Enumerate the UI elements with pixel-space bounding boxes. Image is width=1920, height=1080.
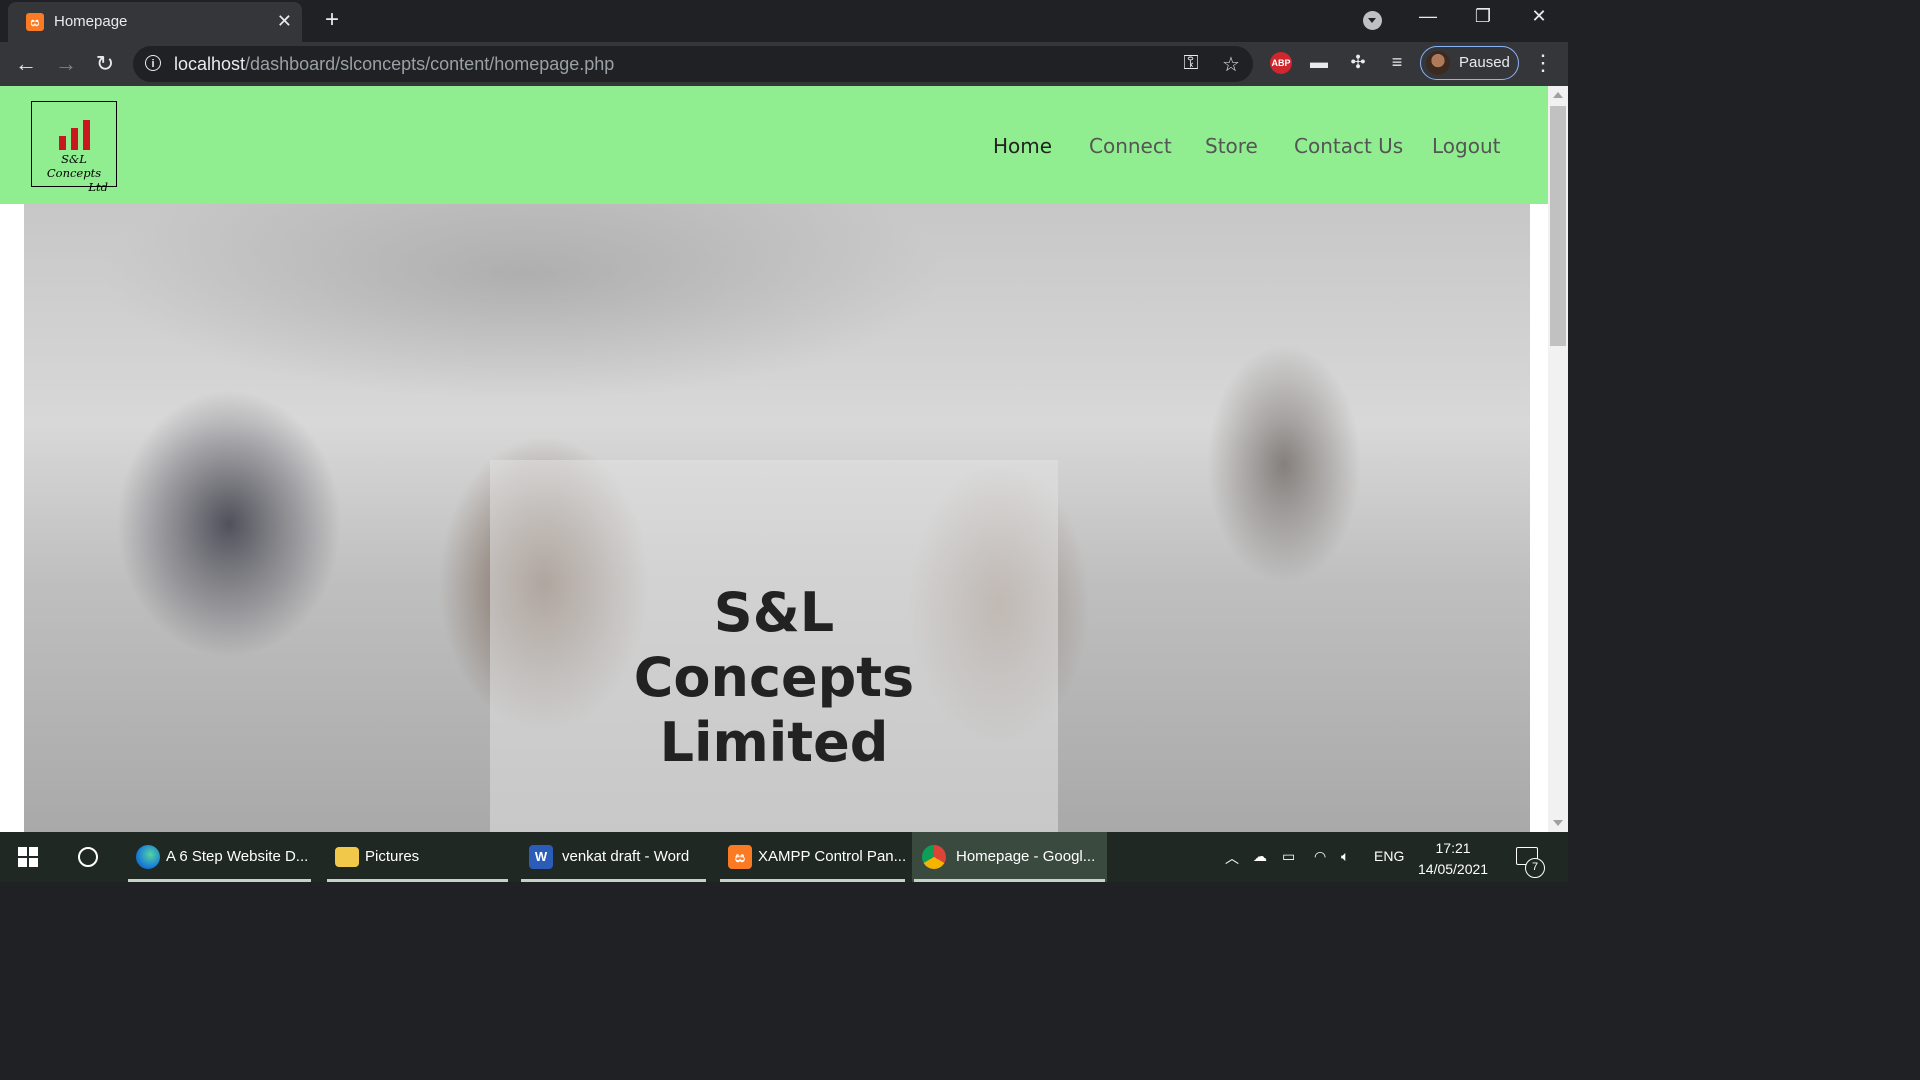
edge-icon xyxy=(136,845,160,869)
media-control-icon[interactable]: ≡ xyxy=(1384,52,1410,73)
logo-bar xyxy=(83,120,90,150)
scroll-up-arrow-icon[interactable] xyxy=(1553,92,1563,98)
language-indicator[interactable]: ENG xyxy=(1374,848,1404,864)
minimize-button[interactable]: — xyxy=(1408,6,1448,27)
adblock-icon[interactable]: ABP xyxy=(1270,52,1292,74)
key-icon[interactable]: ⚿ xyxy=(1179,52,1203,75)
star-icon[interactable]: ☆ xyxy=(1219,52,1243,77)
profile-button[interactable]: Paused xyxy=(1420,46,1519,80)
scroll-down-arrow-icon[interactable] xyxy=(1553,820,1563,826)
scroll-thumb[interactable] xyxy=(1550,106,1566,346)
close-window-button[interactable]: ✕ xyxy=(1519,6,1559,27)
hero-title: S&L Concepts Limited xyxy=(633,581,915,774)
windows-taskbar: A 6 Step Website D... Pictures W venkat … xyxy=(0,832,1568,882)
address-bar[interactable]: i localhost/dashboard/slconcepts/content… xyxy=(133,46,1253,82)
profile-label: Paused xyxy=(1459,54,1510,71)
cortana-icon[interactable] xyxy=(78,847,98,867)
page-scrollbar[interactable] xyxy=(1548,86,1568,832)
reload-icon[interactable]: ↻ xyxy=(91,51,119,79)
word-icon: W xyxy=(529,845,553,869)
back-icon[interactable]: ← xyxy=(12,51,40,79)
logo-text: S&L Concepts Ltd xyxy=(46,152,108,194)
notification-count-badge: 7 xyxy=(1525,858,1545,878)
tab-search-icon[interactable] xyxy=(1363,11,1382,30)
taskbar-item-edge[interactable]: A 6 Step Website D... xyxy=(126,832,313,882)
taskbar-item-indicator xyxy=(521,879,706,882)
onedrive-error-icon[interactable]: ☁ xyxy=(1253,848,1267,865)
taskbar-item-xampp[interactable]: ස XAMPP Control Pan... xyxy=(718,832,907,882)
url-text[interactable]: localhost/dashboard/slconcepts/content/h… xyxy=(174,54,614,75)
cast-extension-icon[interactable]: ▬ xyxy=(1306,52,1332,73)
nav-contact-us[interactable]: Contact Us xyxy=(1294,134,1403,158)
taskbar-item-indicator xyxy=(720,879,905,882)
taskbar-item-pictures[interactable]: Pictures xyxy=(325,832,510,882)
volume-icon[interactable]: 🔈︎ xyxy=(1341,848,1349,865)
taskbar-item-indicator xyxy=(914,879,1105,882)
forward-icon[interactable]: → xyxy=(52,51,80,79)
new-tab-button[interactable]: + xyxy=(318,6,346,34)
system-clock[interactable]: 17:21 14/05/2021 xyxy=(1418,838,1488,880)
taskbar-item-word[interactable]: W venkat draft - Word xyxy=(519,832,708,882)
battery-icon[interactable]: ▭ xyxy=(1282,848,1295,865)
xampp-icon: ස xyxy=(26,13,44,31)
browser-tab-strip: ස Homepage ✕ + — ❐ ✕ xyxy=(0,0,1568,42)
site-navbar: S&L Concepts Ltd Home Connect Store Cont… xyxy=(0,86,1548,204)
folder-icon xyxy=(335,847,359,867)
chrome-icon xyxy=(922,845,946,869)
info-icon[interactable]: i xyxy=(145,55,161,71)
browser-toolbar: ← → ↻ i localhost/dashboard/slconcepts/c… xyxy=(0,42,1568,86)
taskbar-item-indicator xyxy=(327,879,508,882)
puzzle-icon[interactable]: ✣ xyxy=(1345,52,1371,73)
site-logo[interactable]: S&L Concepts Ltd xyxy=(31,101,117,194)
nav-store[interactable]: Store xyxy=(1205,134,1258,158)
logo-bar xyxy=(71,128,78,150)
close-icon[interactable]: ✕ xyxy=(277,11,292,31)
hero-image: S&L Concepts Limited xyxy=(24,204,1530,832)
nav-connect[interactable]: Connect xyxy=(1089,134,1172,158)
wifi-icon[interactable]: ◠ xyxy=(1314,848,1326,865)
logo-bar xyxy=(59,136,66,150)
tab-homepage[interactable]: ස Homepage ✕ xyxy=(8,2,302,42)
nav-logout[interactable]: Logout xyxy=(1432,134,1500,158)
hero-card: S&L Concepts Limited xyxy=(490,460,1058,832)
taskbar-item-indicator xyxy=(128,879,311,882)
taskbar-item-chrome[interactable]: Homepage - Googl... xyxy=(912,832,1107,882)
xampp-icon: ස xyxy=(728,845,752,869)
menu-icon[interactable]: ⋮ xyxy=(1532,50,1554,76)
restore-button[interactable]: ❐ xyxy=(1463,6,1503,27)
page-viewport: S&L Concepts Ltd Home Connect Store Cont… xyxy=(0,86,1548,832)
tab-title: Homepage xyxy=(54,13,128,30)
chevron-up-icon[interactable]: ︿ xyxy=(1225,848,1239,868)
nav-home[interactable]: Home xyxy=(993,134,1052,158)
windows-start-icon[interactable] xyxy=(18,847,38,867)
avatar xyxy=(1426,51,1450,75)
